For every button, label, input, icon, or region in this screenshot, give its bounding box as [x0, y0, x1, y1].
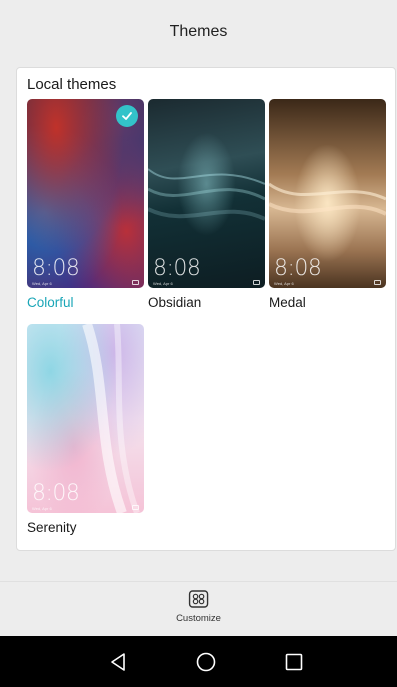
themes-screen: Themes Local themes 8:08 Wed, Apr 6 Colo… [0, 0, 397, 687]
lockscreen-date: Wed, Apr 6 [153, 281, 173, 286]
lockscreen-clock: 8:08 [32, 481, 80, 506]
bottom-toolbar: Customize [0, 581, 397, 636]
customize-button[interactable]: Customize [176, 590, 221, 624]
theme-thumbnail[interactable]: 8:08 Wed, Apr 6 [27, 99, 144, 288]
lockscreen-clock: 8:08 [32, 256, 80, 281]
page-title: Themes [169, 23, 228, 40]
theme-name: Serenity [27, 520, 77, 535]
home-button[interactable] [194, 650, 218, 674]
camera-icon [132, 280, 139, 285]
section-title: Local themes [27, 76, 117, 93]
system-nav-bar [0, 636, 397, 687]
theme-name: Medal [269, 295, 306, 310]
selected-check-icon [116, 105, 138, 127]
header: Themes [0, 0, 397, 64]
back-triangle-icon [111, 653, 125, 671]
home-circle-icon [196, 652, 216, 672]
theme-colorful[interactable]: 8:08 Wed, Apr 6 Colorful [27, 99, 144, 310]
camera-icon [374, 280, 381, 285]
theme-name: Colorful [27, 295, 74, 310]
camera-icon [253, 280, 260, 285]
back-button[interactable] [106, 650, 130, 674]
lockscreen-clock: 8:08 [153, 256, 201, 281]
theme-obsidian[interactable]: 8:08 Wed, Apr 6 Obsidian [148, 99, 265, 310]
lockscreen-clock: 8:08 [274, 256, 322, 281]
lockscreen-date: Wed, Apr 6 [32, 281, 52, 286]
local-themes-card: Local themes 8:08 Wed, Apr 6 Colorful 8:… [16, 67, 396, 551]
theme-medal[interactable]: 8:08 Wed, Apr 6 Medal [269, 99, 386, 310]
theme-serenity[interactable]: 8:08 Wed, Apr 6 Serenity [27, 324, 144, 535]
camera-icon [132, 505, 139, 510]
lockscreen-date: Wed, Apr 6 [274, 281, 294, 286]
theme-thumbnail[interactable]: 8:08 Wed, Apr 6 [269, 99, 386, 288]
customize-label: Customize [176, 613, 221, 624]
recents-square-icon [285, 653, 303, 671]
theme-thumbnail[interactable]: 8:08 Wed, Apr 6 [148, 99, 265, 288]
theme-name: Obsidian [148, 295, 202, 310]
recents-button[interactable] [282, 650, 306, 674]
lockscreen-date: Wed, Apr 6 [32, 506, 52, 511]
customize-grid-icon [188, 590, 209, 608]
theme-thumbnail[interactable]: 8:08 Wed, Apr 6 [27, 324, 144, 513]
